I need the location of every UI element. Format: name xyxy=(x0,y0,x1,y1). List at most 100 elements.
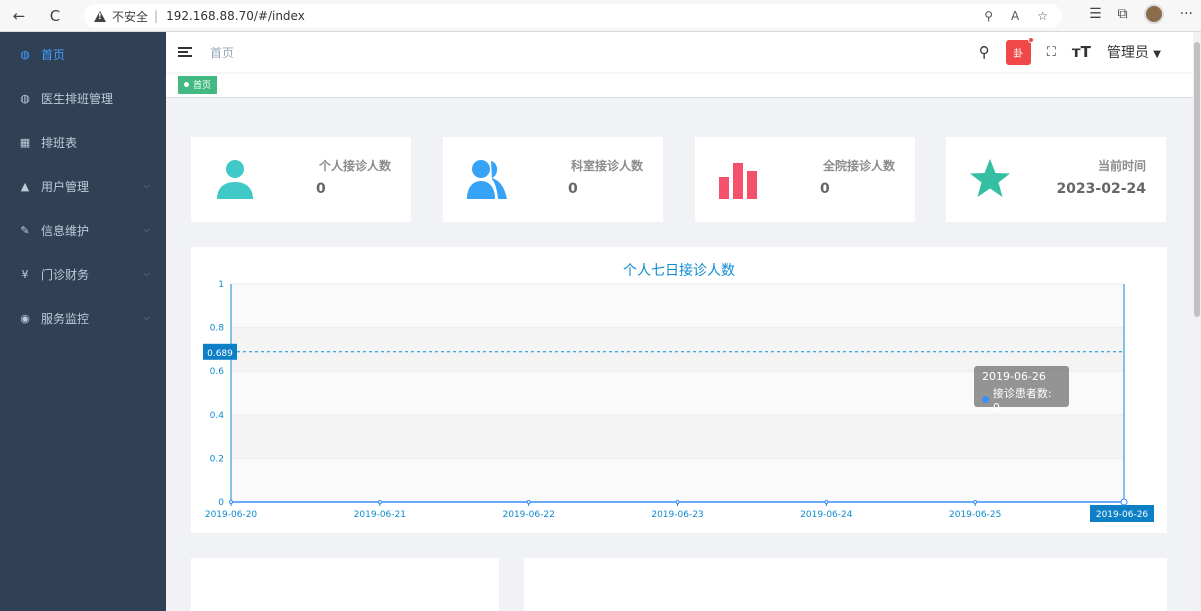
profile-avatar[interactable] xyxy=(1143,4,1164,24)
search-icon[interactable]: ⚲ xyxy=(979,43,990,61)
card-label: 当前时间 xyxy=(1097,159,1146,173)
dashboard-icon: ◍ xyxy=(20,47,30,61)
x-tick-label: 2019-06-22 xyxy=(503,510,555,520)
chevron-down-icon: ⌵ xyxy=(143,269,150,279)
bottom-panel-right xyxy=(524,558,1167,611)
sidebar-item-label: 首页 xyxy=(41,47,66,62)
caret-down-icon: ▼ xyxy=(1153,49,1161,60)
hamburger-icon[interactable] xyxy=(178,47,192,57)
x-tick-label: 2019-06-25 xyxy=(949,510,1001,520)
y-tick-label: 0 xyxy=(218,498,224,508)
y-tick-label: 1 xyxy=(218,280,224,290)
font-size-icon[interactable]: тT xyxy=(1072,43,1091,61)
bug-icon: 卦 xyxy=(1013,48,1024,60)
card-personal[interactable]: 个人接诊人数 0 xyxy=(191,137,411,222)
tag-home[interactable]: 首页 xyxy=(178,75,218,94)
sidebar-item[interactable]: ◍ 首页 xyxy=(0,32,166,76)
data-point xyxy=(526,500,531,504)
url-text: 192.168.88.70/#/index xyxy=(166,9,305,23)
x-tick-label: 2019-06-24 xyxy=(800,510,853,520)
page-scrollbar[interactable] xyxy=(1193,32,1201,611)
read-aloud-icon[interactable]: A xyxy=(1011,9,1019,23)
grid-band xyxy=(231,327,1124,372)
sidebar-item-label: 门诊财务 xyxy=(41,267,90,282)
user-name: 管理员 xyxy=(1106,45,1149,61)
sidebar-item-label: 排班表 xyxy=(41,135,78,150)
grid-band xyxy=(231,414,1124,459)
chevron-down-icon: ⌵ xyxy=(143,181,150,191)
tooltip-value: 接诊患者数: 0 xyxy=(992,387,1052,414)
x-tick-label: 2019-06-23 xyxy=(651,510,703,520)
reload-button[interactable]: C xyxy=(44,5,66,27)
x-tick-label: 2019-06-26 xyxy=(1096,510,1149,520)
sidebar-item[interactable]: ▲ 用户管理 ⌵ xyxy=(0,164,166,208)
sidebar-item[interactable]: ✎ 信息维护 ⌵ xyxy=(0,208,166,252)
address-bar[interactable]: 不安全 | 192.168.88.70/#/index ⚲ A ☆ xyxy=(84,4,1062,28)
sidebar-item-label: 用户管理 xyxy=(41,179,90,194)
person-icon xyxy=(217,160,253,199)
lock-icon: ▲ xyxy=(20,179,30,193)
notification-dot xyxy=(1027,36,1034,43)
x-tick-label: 2019-06-20 xyxy=(205,510,258,520)
dashboard-icon: ◍ xyxy=(20,91,30,105)
bottom-panel-left xyxy=(191,558,499,611)
data-point xyxy=(229,500,233,504)
data-point xyxy=(1120,498,1128,506)
y-tick-label: 0.8 xyxy=(210,324,225,334)
sidebar-item-label: 信息维护 xyxy=(41,223,90,238)
y-tick-label: 0.2 xyxy=(210,454,224,464)
card-value: 0 xyxy=(316,181,326,197)
data-point xyxy=(973,500,978,504)
axis-pointer-label: 0.689 xyxy=(207,349,233,359)
scrollbar-thumb[interactable] xyxy=(1194,42,1200,317)
card-department[interactable]: 科室接诊人数 0 xyxy=(443,137,663,222)
eye-icon: ◉ xyxy=(20,311,30,325)
sidebar-item[interactable]: ◍ 医生排班管理 xyxy=(0,76,166,120)
card-time[interactable]: 当前时间 2023-02-24 xyxy=(946,137,1166,222)
card-value: 0 xyxy=(820,181,830,197)
grid-band xyxy=(231,284,1124,328)
people-icon xyxy=(467,160,507,199)
fullscreen-icon[interactable]: ⛶ xyxy=(1047,45,1056,60)
error-log-button[interactable]: 卦 xyxy=(1005,36,1034,65)
card-label: 个人接诊人数 xyxy=(318,159,391,173)
data-point xyxy=(675,500,680,504)
key-icon[interactable]: ⚲ xyxy=(984,9,993,23)
y-tick-label: 0.4 xyxy=(210,411,225,421)
sidebar-item[interactable]: ▦ 排班表 xyxy=(0,120,166,164)
star-icon xyxy=(970,159,1010,197)
data-point xyxy=(377,500,382,504)
sidebar-item[interactable]: ¥ 门诊财务 ⌵ xyxy=(0,252,166,296)
table-icon: ▦ xyxy=(19,135,31,149)
sidebar-item[interactable]: ◉ 服务监控 ⌵ xyxy=(0,296,166,340)
user-menu[interactable]: 管理员 ▼ xyxy=(1107,42,1161,62)
card-value: 0 xyxy=(568,181,578,197)
card-label: 科室接诊人数 xyxy=(570,159,643,173)
insecure-label: 不安全 xyxy=(112,9,149,24)
bar-chart-icon xyxy=(719,163,757,199)
chart-tooltip: 2019-06-26 接诊患者数: 0 xyxy=(974,366,1069,414)
chevron-down-icon: ⌵ xyxy=(143,313,150,323)
chart-panel: 个人七日接诊人数 0 0.2 0.4 0.6 0.8 1 0.689 2019-06-20 20… xyxy=(191,247,1167,533)
sidebar: ◍ 首页 ◍ 医生排班管理 ▦ 排班表 ▲ 用户管理 ⌵ ✎ 信息维护 ⌵ ¥ 门诊财务 ⌵ ◉ 服务监控 ⌵ xyxy=(0,32,166,611)
favorites-icon[interactable]: ☰ xyxy=(1089,6,1102,22)
y-tick-label: 0.6 xyxy=(210,367,225,377)
sidebar-item-label: 服务监控 xyxy=(41,311,90,326)
tag-label: 首页 xyxy=(193,81,212,91)
address-separator: | xyxy=(154,9,159,23)
grid-band xyxy=(231,458,1124,502)
chevron-down-icon: ⌵ xyxy=(143,225,150,235)
data-point xyxy=(824,500,829,504)
main-content: 首页 ⚲ 卦 ⛶ тT 管理员 ▼ 首页 个人接诊人数 0 科室接诊人数 0 全… xyxy=(166,32,1201,611)
more-menu-button[interactable]: ··· xyxy=(1180,6,1193,22)
tag-dot xyxy=(184,82,189,87)
breadcrumb[interactable]: 首页 xyxy=(210,44,234,61)
x-tick-label: 2019-06-21 xyxy=(354,510,406,520)
browser-toolbar: ← C 不安全 | 192.168.88.70/#/index ⚲ A ☆ ☰ … xyxy=(0,0,1201,32)
collections-icon[interactable]: ⧉ xyxy=(1118,6,1128,22)
card-hospital[interactable]: 全院接诊人数 0 xyxy=(695,137,915,222)
back-button[interactable]: ← xyxy=(8,5,30,27)
card-value: 2023-02-24 xyxy=(1056,181,1146,197)
favorite-add-icon[interactable]: ☆ xyxy=(1037,9,1048,23)
tags-view: 首页 xyxy=(166,72,1201,98)
